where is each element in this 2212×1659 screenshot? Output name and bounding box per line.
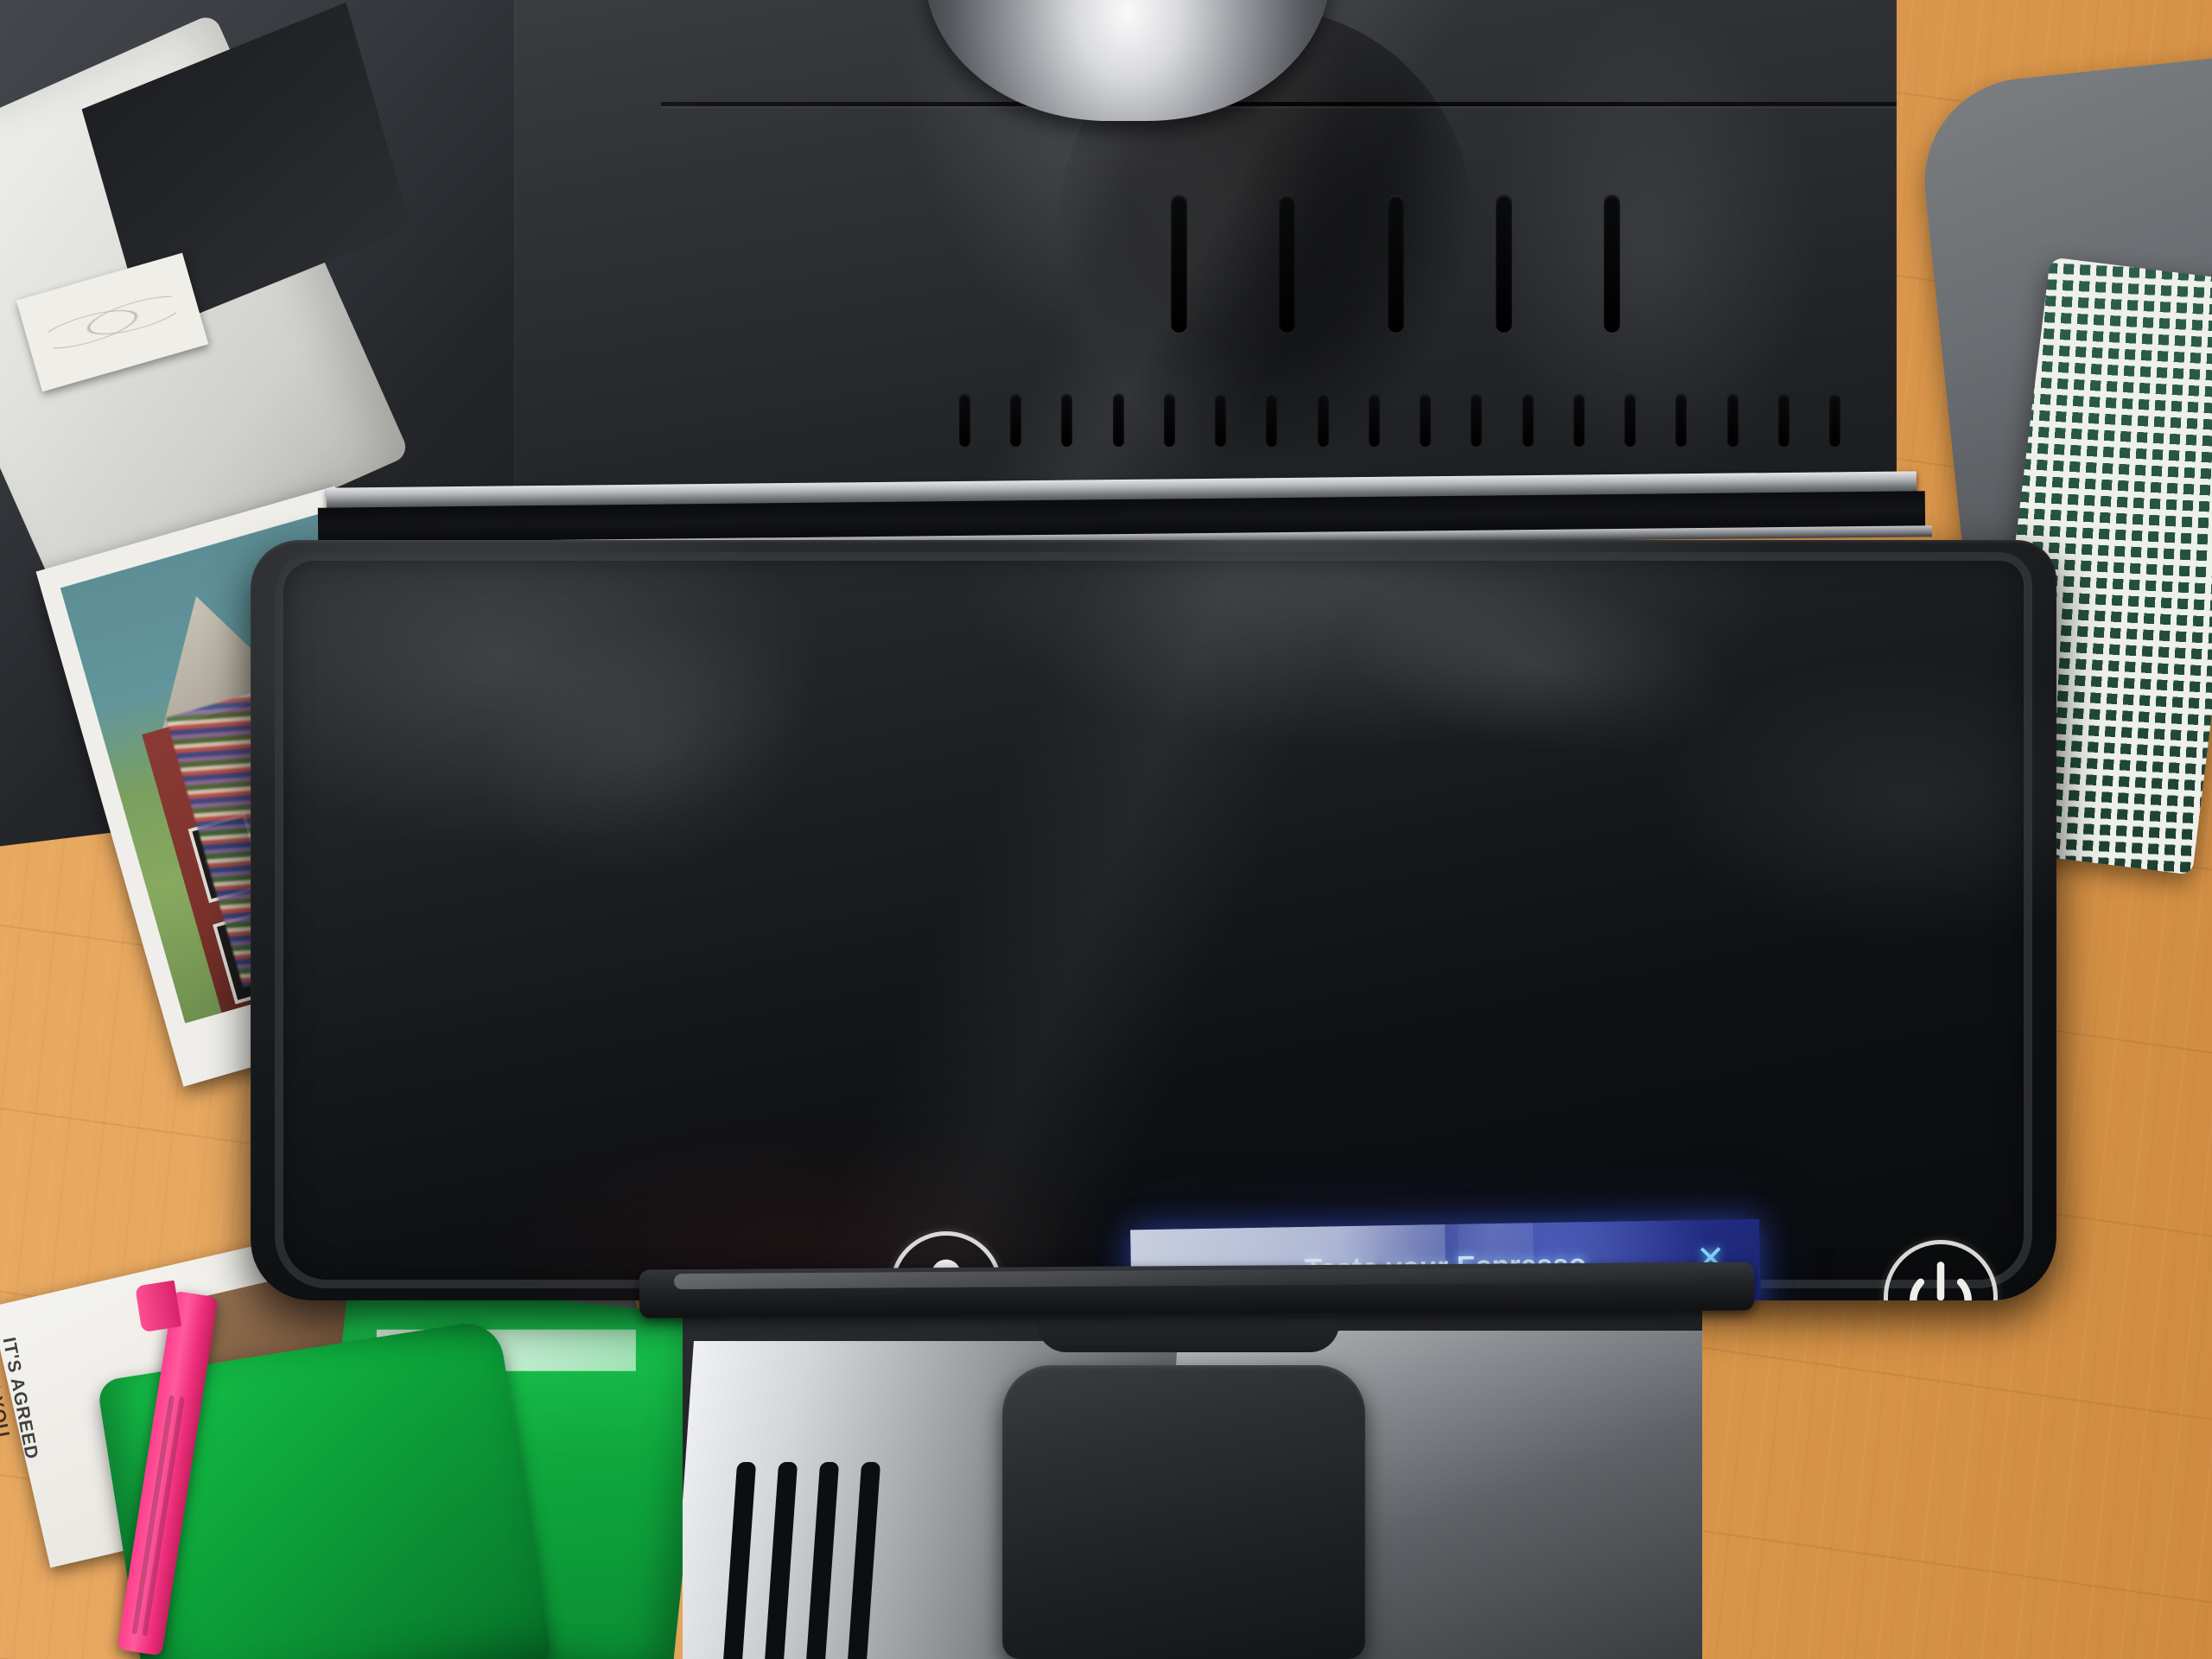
vent-group-short (959, 393, 1840, 447)
photo-scene: IT'S AGREEDWITH YOUHE IS WRONG (0, 0, 2212, 1659)
power-icon (1888, 1244, 1993, 1300)
espresso-machine: Milk Coffee Taste your Espresso ✕ (251, 0, 2056, 1322)
coffee-dispenser[interactable] (1002, 1365, 1365, 1659)
power-button[interactable] (1884, 1240, 1998, 1300)
panel-seam (661, 102, 1897, 106)
vent-group-long (1171, 194, 1620, 333)
card-text: IT'S AGREEDWITH YOUHE IS WRONG (0, 1335, 42, 1462)
machine-front-panel: Milk Coffee Taste your Espresso ✕ (251, 540, 2056, 1300)
